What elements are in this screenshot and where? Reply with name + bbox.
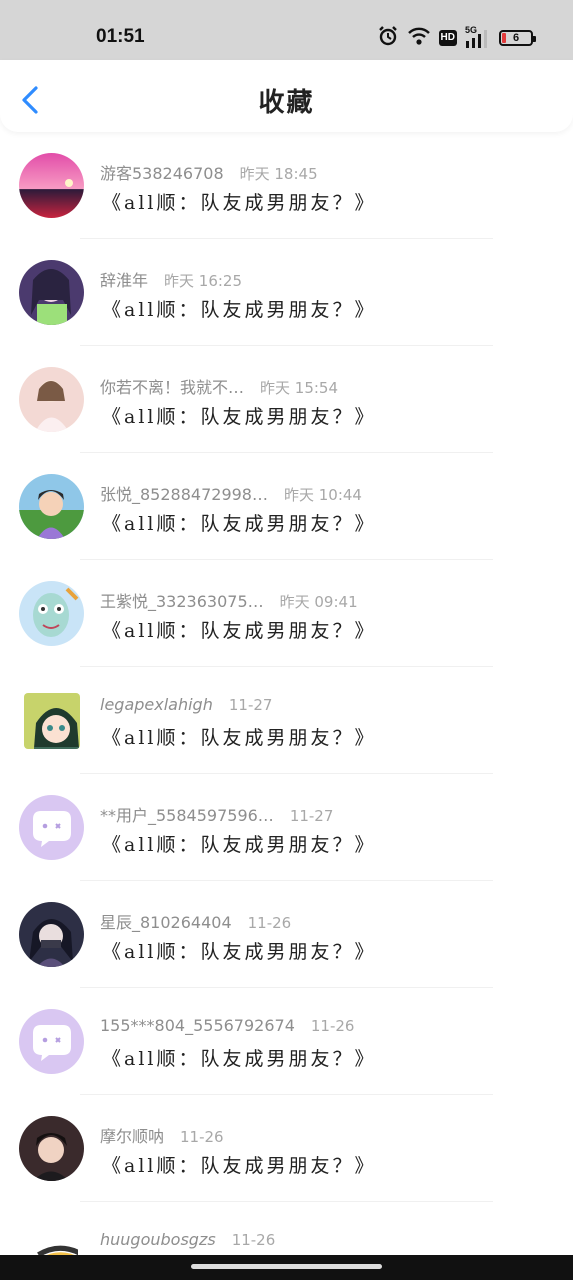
avatar[interactable] [19,1116,84,1181]
timestamp: 11-26 [310,1017,355,1035]
status-bar: 01:51 HD 5G 6 [0,0,573,60]
status-time: 01:51 [96,26,145,47]
avatar[interactable] [19,367,84,432]
item-meta: 辞淮年 昨天 16:25 [100,267,242,291]
alarm-icon [377,25,399,51]
timestamp: 11-26 [231,1231,276,1249]
timestamp: 11-26 [180,1128,224,1146]
item-meta: 王紫悦_332363075… 昨天 09:41 [100,588,358,612]
username[interactable]: **用户_5584597596… [100,802,274,826]
item-meta: 游客538246708 昨天 18:45 [100,160,318,184]
list-item[interactable]: 张悦_85288472998… 昨天 10:44 《all顺：队友成男朋友？》 [0,453,573,560]
item-meta: 张悦_85288472998… 昨天 10:44 [100,481,362,505]
home-indicator[interactable] [191,1264,382,1269]
timestamp: 昨天 18:45 [239,165,318,183]
page-title: 收藏 [258,88,315,118]
avatar[interactable] [19,795,84,860]
item-title[interactable]: 《all顺：队友成男朋友？》 [102,723,376,750]
item-meta: 155***804_5556792674 11-26 [100,1016,354,1035]
avatar[interactable] [19,1009,84,1074]
username[interactable]: 辞淮年 [100,267,148,291]
avatar[interactable] [24,693,80,749]
username[interactable]: 你若不离！我就不… [100,374,244,398]
list-item[interactable]: 辞淮年 昨天 16:25 《all顺：队友成男朋友？》 [0,239,573,346]
header: 收藏 [0,60,573,132]
item-title[interactable]: 《all顺：队友成男朋友？》 [102,937,376,964]
timestamp: 11-26 [247,914,292,932]
item-meta: legapexlahigh 11-27 [100,695,272,714]
item-title[interactable]: 《all顺：队友成男朋友？》 [102,402,376,429]
item-title[interactable]: 《all顺：队友成男朋友？》 [102,509,376,536]
item-title[interactable]: 《all顺：队友成男朋友？》 [102,1151,376,1178]
item-meta: 星辰_810264404 11-26 [100,909,291,933]
timestamp: 11-27 [289,807,334,825]
username[interactable]: legapexlahigh [100,695,213,714]
list-item[interactable]: **用户_5584597596… 11-27 《all顺：队友成男朋友？》 [0,774,573,881]
username[interactable]: 张悦_85288472998… [100,481,268,505]
list-item[interactable]: 你若不离！我就不… 昨天 15:54 《all顺：队友成男朋友？》 [0,346,573,453]
battery-icon: 6 [499,30,536,46]
list-item[interactable]: 王紫悦_332363075… 昨天 09:41 《all顺：队友成男朋友？》 [0,560,573,667]
timestamp: 昨天 16:25 [164,272,243,290]
username[interactable]: huugoubosgzs [100,1230,216,1249]
list-item[interactable]: 摩尔顺呐 11-26 《all顺：队友成男朋友？》 [0,1095,573,1202]
item-title[interactable]: 《all顺：队友成男朋友？》 [102,295,376,322]
avatar[interactable] [19,474,84,539]
battery-level: 6 [512,32,520,44]
item-title[interactable]: 《all顺：队友成男朋友？》 [102,188,376,215]
username[interactable]: 游客538246708 [100,160,224,184]
status-icons: HD 5G 6 [377,24,536,52]
signal-icon: 5G [465,25,491,49]
list-item[interactable]: 游客538246708 昨天 18:45 《all顺：队友成男朋友？》 [0,132,573,239]
avatar[interactable] [19,581,84,646]
item-title[interactable]: 《all顺：队友成男朋友？》 [102,616,376,643]
wifi-icon [407,26,431,50]
username[interactable]: 摩尔顺呐 [100,1123,164,1147]
item-title[interactable]: 《all顺：队友成男朋友？》 [102,830,376,857]
list-item[interactable]: 155***804_5556792674 11-26 《all顺：队友成男朋友？》 [0,988,573,1095]
navigation-bar [0,1255,573,1280]
timestamp: 11-27 [228,696,273,714]
item-meta: 你若不离！我就不… 昨天 15:54 [100,374,338,398]
item-meta: **用户_5584597596… 11-27 [100,802,333,826]
avatar[interactable] [19,260,84,325]
avatar[interactable] [19,902,84,967]
username[interactable]: 王紫悦_332363075… [100,588,264,612]
list-item[interactable]: 星辰_810264404 11-26 《all顺：队友成男朋友？》 [0,881,573,988]
timestamp: 昨天 09:41 [279,593,358,611]
timestamp: 昨天 10:44 [283,486,362,504]
item-meta: 摩尔顺呐 11-26 [100,1123,224,1147]
hd-icon: HD [438,30,457,46]
username[interactable]: 星辰_810264404 [100,909,232,933]
username[interactable]: 155***804_5556792674 [100,1016,295,1035]
item-meta: huugoubosgzs 11-26 [100,1230,275,1249]
avatar[interactable] [19,153,84,218]
item-title[interactable]: 《all顺：队友成男朋友？》 [102,1044,376,1071]
timestamp: 昨天 15:54 [260,379,339,397]
list-item[interactable]: legapexlahigh 11-27 《all顺：队友成男朋友？》 [0,667,573,774]
favorites-list: 游客538246708 昨天 18:45 《all顺：队友成男朋友？》 辞淮年 昨天… [0,132,573,1280]
